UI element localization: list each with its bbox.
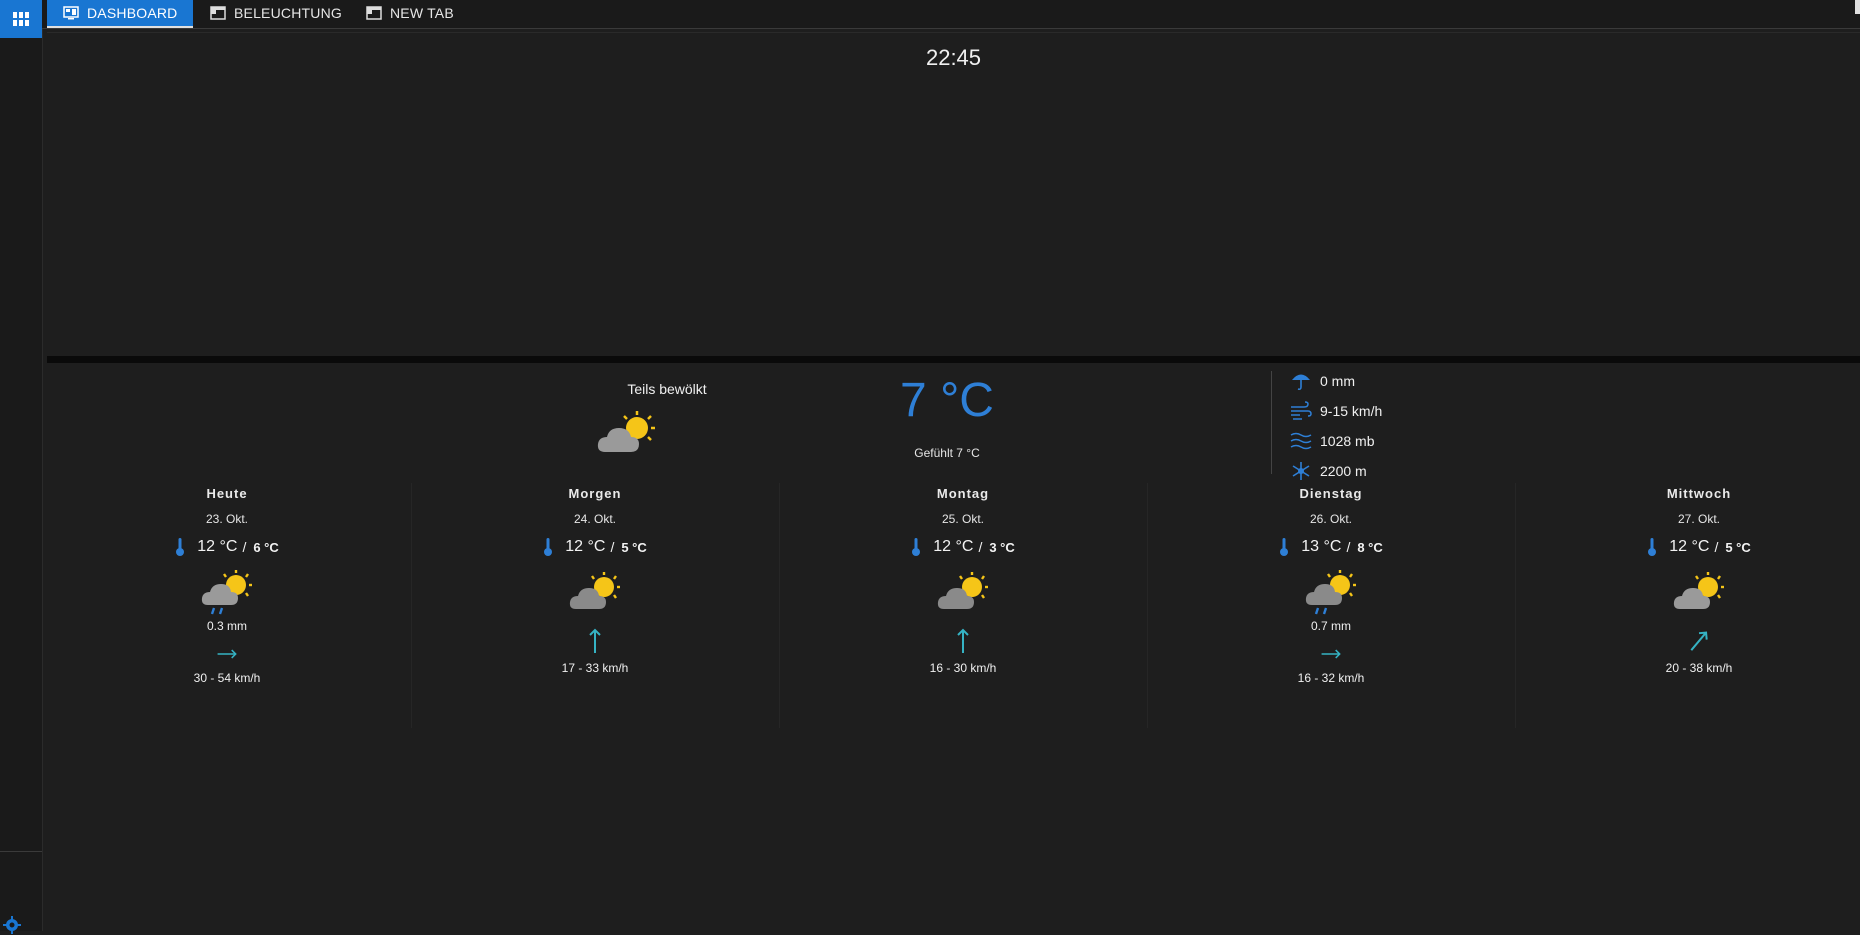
stat-pressure: 1028 mb [1290,429,1374,453]
forecast-rain: 0.7 mm [1310,619,1351,633]
forecast-low: 6 °C [253,539,279,555]
thermometer-icon [544,538,553,556]
weather-panel: Teils bewölkt 7 °C Gefühlt 7 °C 0 mm 9-1… [47,363,1860,931]
forecast-wind: 30 - 54 km/h [193,671,261,685]
thermometer-icon [912,538,921,556]
forecast-date: 24. Okt. [573,512,617,526]
panel-divider [47,356,1860,363]
forecast-date: 23. Okt. [205,512,249,526]
tab-label: DASHBOARD [87,5,178,21]
pressure-icon [1290,432,1312,450]
forecast-high: 12 °C [565,538,606,555]
forecast-low: 5 °C [1725,539,1751,555]
apps-grid-button[interactable] [0,0,42,38]
forecast-day-name: Mittwoch [1666,486,1732,501]
forecast-high: 12 °C [1669,538,1710,555]
apps-grid-icon [13,12,29,26]
forecast-wind: 16 - 32 km/h [1297,671,1365,685]
clock-time: 22:45 [925,45,982,70]
snow-line-value: 2200 m [1320,463,1367,479]
forecast-temps: 13 °C/8 °C [1147,537,1515,557]
wind-direction-arrow-icon [217,649,237,659]
forecast-date: 25. Okt. [941,512,985,526]
tab-beleuchtung[interactable]: BELEUCHTUNG [210,0,342,26]
forecast-date: 26. Okt. [1309,512,1353,526]
wind-direction-arrow-icon [1690,631,1708,651]
forecast-high: 12 °C [933,538,974,555]
tab-new-tab[interactable]: NEW TAB [366,0,454,26]
dashboard-icon [63,6,79,20]
gear-icon[interactable] [2,915,22,935]
wind-value: 9-15 km/h [1320,403,1383,419]
stat-snow-line: 2200 m [1290,459,1367,483]
tab-label: NEW TAB [390,5,454,21]
forecast-rain: 0.3 mm [206,619,247,633]
forecast-date: 27. Okt. [1677,512,1721,526]
rain-partly-cloudy-icon [1305,570,1356,615]
pressure-value: 1028 mb [1320,433,1375,449]
wind-icon [1291,401,1312,420]
forecast-day: Montag 25. Okt. 12 °C/3 °C 16 - 30 km/h [779,486,1147,766]
forecast-temps: 12 °C/5 °C [411,537,779,557]
forecast-day: Morgen 24. Okt. 12 °C/5 °C 17 - 33 km/h [411,486,779,766]
tab-window-icon [366,6,382,20]
forecast-day: Heute 23. Okt. 12 °C/6 °C 0.3 mm 30 - 54… [43,486,411,766]
feels-like: Gefühlt 7 °C [914,446,980,460]
forecast-low: 8 °C [1357,539,1383,555]
precipitation-value: 0 mm [1320,373,1355,389]
tab-bar: DASHBOARD BELEUCHTUNG NEW TAB [42,0,1860,29]
thermometer-icon [1280,538,1289,556]
partly-cloudy-icon [569,572,620,609]
forecast-day: Dienstag 26. Okt. 13 °C/8 °C 0.7 mm 16 -… [1147,486,1515,766]
forecast-low: 3 °C [989,539,1015,555]
forecast-day-name: Dienstag [1299,486,1363,501]
forecast-day: Mittwoch 27. Okt. 12 °C/5 °C 20 - 38 km/… [1515,486,1860,766]
current-condition: Teils bewölkt [627,381,707,397]
sidebar-divider [0,851,42,852]
tab-label: BELEUCHTUNG [234,5,342,21]
forecast-high: 13 °C [1301,538,1342,555]
forecast-low: 5 °C [621,539,647,555]
forecast-day-name: Morgen [568,486,622,501]
rain-partly-cloudy-icon [201,570,252,615]
forecast-temps: 12 °C/5 °C [1515,537,1860,557]
clock-panel: 22:45 [47,32,1860,357]
wind-direction-arrow-icon [1321,649,1341,659]
forecast-high: 12 °C [197,538,238,555]
wind-direction-arrow-icon [589,628,601,653]
wind-direction-arrow-icon [957,628,969,653]
forecast-wind: 16 - 30 km/h [929,661,997,675]
forecast-day-name: Montag [936,486,990,501]
forecast-wind: 20 - 38 km/h [1665,661,1733,675]
stat-precipitation: 0 mm [1290,369,1355,393]
forecast-day-name: Heute [206,486,248,501]
current-temperature: 7 °C [900,374,994,427]
forecast-temps: 12 °C/6 °C [43,537,411,557]
vertical-separator [1271,371,1272,474]
top-right-marker [1855,0,1860,14]
partly-cloudy-icon [1673,572,1724,609]
forecast-temps: 12 °C/3 °C [779,537,1147,557]
sidebar [0,0,43,934]
tab-dashboard[interactable]: DASHBOARD [47,0,194,28]
thermometer-icon [1648,538,1657,556]
partly-cloudy-icon [937,572,988,609]
partly-cloudy-icon [597,411,655,452]
thermometer-icon [176,538,185,556]
umbrella-icon [1292,374,1310,391]
snowflake-icon [1292,462,1310,480]
tab-window-icon [210,6,226,20]
stat-wind: 9-15 km/h [1290,399,1382,423]
forecast-wind: 17 - 33 km/h [561,661,629,675]
